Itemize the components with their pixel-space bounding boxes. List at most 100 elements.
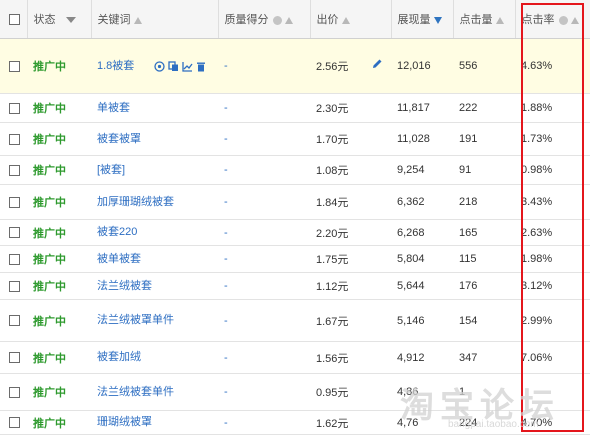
header-status[interactable]: 状态 [27, 0, 92, 39]
trend-chart-icon[interactable] [182, 61, 193, 72]
keyword-link[interactable]: 被单被套 [91, 252, 218, 267]
table-row[interactable]: 推广中 珊瑚绒被罩 -1.62元 4,76 224 4.70% [0, 410, 590, 435]
sort-desc-icon[interactable] [433, 16, 442, 24]
quality-score: - [218, 410, 310, 435]
table-row[interactable]: 推广中 加厚珊瑚绒被套 -1.84元 6,362 218 3.43% [0, 184, 590, 220]
ctr-value: 1.98% [515, 245, 590, 273]
quality-score: - [218, 299, 310, 342]
bid-value: 2.20元 [310, 219, 391, 246]
quality-score: - [218, 341, 310, 374]
impressions-value: 12,016 [391, 38, 453, 94]
table-row[interactable]: 推广中 被套220-2.20元 6,268 165 2.63% [0, 219, 590, 246]
status-label: 推广中 [27, 155, 91, 185]
sort-arrow-icon[interactable] [133, 16, 142, 24]
quality-score: - [218, 155, 310, 185]
bid-value: 1.70元 [310, 122, 391, 156]
keyword-report-table: 状态 关键词 质量得分 出价 展现量 点击量 点击率 推广中 1.8被套 -2.56… [0, 0, 590, 435]
table-row[interactable]: 推广中 被套被罩 -1.70元 11,028 191 1.73% [0, 122, 590, 156]
ctr-value: 0.98% [515, 155, 590, 185]
select-all-checkbox[interactable] [9, 13, 20, 25]
keyword-link[interactable]: 法兰绒被套 [91, 279, 218, 294]
sort-arrow-icon[interactable] [284, 16, 293, 24]
keyword-link[interactable]: 被套加绒 [91, 350, 218, 365]
impressions-value: 11,028 [391, 122, 453, 156]
header-impressions[interactable]: 展现量 [391, 0, 454, 39]
table-row[interactable]: 推广中 单被套 -2.30元 11,817 222 1.88% [0, 93, 590, 123]
header-select-all[interactable] [0, 0, 28, 39]
row-checkbox[interactable] [9, 164, 20, 176]
bid-value: 2.30元 [310, 93, 391, 123]
row-checkbox[interactable] [9, 315, 20, 326]
status-label: 推广中 [27, 245, 91, 273]
header-clicks[interactable]: 点击量 [453, 0, 516, 39]
delete-icon[interactable] [196, 61, 206, 72]
impressions-value: 11,817 [391, 93, 453, 123]
sort-arrow-icon[interactable] [570, 16, 579, 24]
table-row[interactable]: 推广中 法兰绒被套单件 -0.95元 4,86 1 [0, 373, 590, 411]
quality-score: - [218, 245, 310, 273]
quality-score: - [218, 373, 310, 411]
bid-value: 2.56元 [316, 61, 349, 73]
impressions-value: 4,76 [391, 410, 453, 435]
keyword-link[interactable]: 加厚珊瑚绒被套 [91, 195, 218, 210]
ctr-value: 3.12% [515, 272, 590, 300]
target-icon[interactable] [154, 60, 165, 72]
header-impressions-label: 展现量 [397, 14, 431, 26]
row-checkbox[interactable] [9, 133, 20, 145]
row-checkbox[interactable] [9, 417, 20, 428]
clicks-value: 165 [453, 219, 515, 246]
header-clicks-label: 点击量 [459, 14, 493, 26]
sort-arrow-icon[interactable] [495, 16, 504, 24]
keyword-link[interactable]: 被套被罩 [91, 132, 218, 147]
row-checkbox[interactable] [9, 352, 20, 363]
quality-score: - [218, 219, 310, 246]
keyword-link[interactable]: 珊瑚绒被罩 [91, 415, 218, 430]
keyword-link[interactable]: 1.8被套 [91, 59, 134, 74]
row-checkbox[interactable] [9, 196, 20, 208]
table-row[interactable]: 推广中 法兰绒被罩单件 -1.67元 5,146 154 2.99% [0, 299, 590, 342]
header-quality[interactable]: 质量得分 [218, 0, 311, 39]
row-checkbox[interactable] [9, 280, 20, 292]
keyword-link[interactable]: 被套220 [91, 225, 218, 240]
row-checkbox[interactable] [9, 227, 20, 238]
edit-pencil-icon[interactable] [371, 58, 383, 70]
keyword-link[interactable]: 法兰绒被罩单件 [91, 313, 218, 328]
header-ctr[interactable]: 点击率 [515, 0, 590, 39]
help-icon[interactable] [272, 15, 282, 25]
status-label: 推广中 [27, 93, 91, 123]
status-label: 推广中 [27, 410, 91, 435]
clicks-value: 347 [453, 341, 515, 374]
header-bid[interactable]: 出价 [310, 0, 392, 39]
keyword-link[interactable]: 法兰绒被套单件 [91, 385, 218, 400]
copy-icon[interactable] [168, 60, 179, 72]
sort-arrow-icon[interactable] [341, 16, 350, 24]
status-label: 推广中 [27, 38, 91, 94]
ctr-value: 2.63% [515, 219, 590, 246]
header-keyword[interactable]: 关键词 [91, 0, 219, 39]
quality-score: - [218, 122, 310, 156]
row-checkbox[interactable] [9, 386, 20, 398]
help-icon[interactable] [558, 15, 568, 25]
status-label: 推广中 [27, 373, 91, 411]
impressions-value: 6,362 [391, 184, 453, 220]
table-row[interactable]: 推广中 1.8被套 -2.56元 12,016 556 4.63% [0, 38, 590, 94]
header-ctr-label: 点击率 [521, 14, 555, 26]
keyword-link[interactable]: 单被套 [91, 101, 218, 116]
row-checkbox[interactable] [9, 102, 20, 114]
ctr-value [515, 373, 590, 411]
table-row[interactable]: 推广中 [被套] -1.08元 9,254 91 0.98% [0, 155, 590, 185]
impressions-value: 5,146 [391, 299, 453, 342]
table-row[interactable]: 推广中 被套加绒 -1.56元 4,912 347 7.06% [0, 341, 590, 374]
status-label: 推广中 [27, 341, 91, 374]
table-row[interactable]: 推广中 被单被套 -1.75元 5,804 115 1.98% [0, 245, 590, 273]
row-checkbox[interactable] [9, 253, 20, 265]
quality-score: - [218, 272, 310, 300]
chevron-down-icon[interactable] [65, 17, 76, 24]
bid-value: 1.56元 [310, 341, 391, 374]
header-keyword-label: 关键词 [97, 14, 131, 26]
header-bid-label: 出价 [316, 14, 339, 26]
row-checkbox[interactable] [9, 60, 20, 72]
keyword-link[interactable]: [被套] [91, 163, 218, 178]
table-row[interactable]: 推广中 法兰绒被套 -1.12元 5,644 176 3.12% [0, 272, 590, 300]
clicks-value: 556 [453, 38, 515, 94]
